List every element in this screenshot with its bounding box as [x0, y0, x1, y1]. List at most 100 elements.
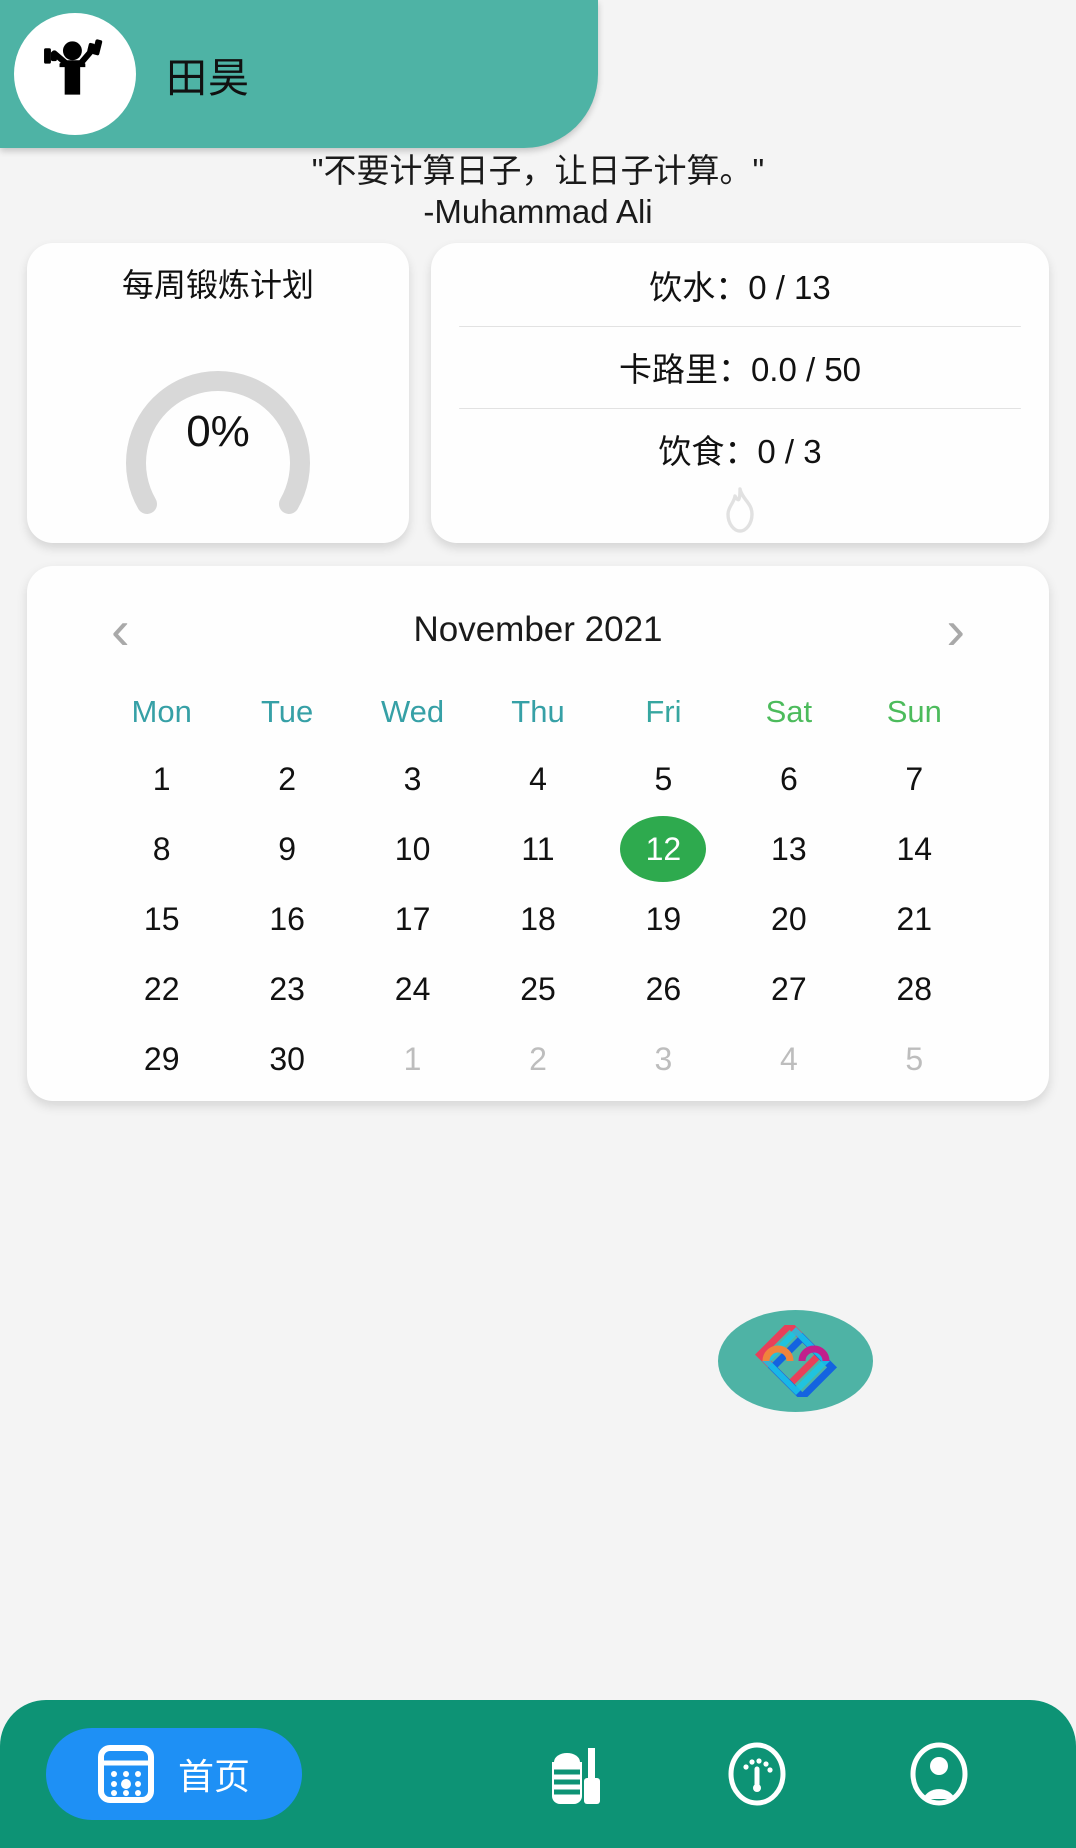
calendar-day[interactable]: 3 [350, 744, 475, 814]
calendar-card: ‹ November 2021 › Mon Tue Wed Thu Fri Sat Sun … [27, 566, 1049, 1101]
calendar-day-grid: 1 2 3 4 5 6 7 8 9 10 11 12 13 14 15 16 17 18 19 20 21 22 23 24 2… [99, 744, 977, 1094]
calendar-weekday-wed: Wed [380, 694, 445, 729]
calendar-day-label: 1 [152, 760, 171, 797]
water-stat-label: 饮水：0 / 13 [649, 269, 831, 306]
app-header: 田昊 [0, 0, 598, 148]
calendar-day[interactable]: 19 [601, 884, 726, 954]
calendar-day[interactable]: 7 [852, 744, 977, 814]
calendar-day-label: 17 [394, 900, 431, 937]
calendar-day[interactable]: 23 [224, 954, 349, 1024]
calendar-day[interactable]: 22 [99, 954, 224, 1024]
calendar-day[interactable]: 5 [852, 1024, 977, 1094]
calendar-day[interactable]: 14 [852, 814, 977, 884]
weekly-plan-title: 每周锻炼计划 [121, 267, 314, 303]
nav-item-stats[interactable] [666, 1741, 848, 1807]
calendar-day[interactable]: 6 [726, 744, 851, 814]
calendar-day-label: 24 [394, 970, 431, 1007]
calendar-day[interactable]: 8 [99, 814, 224, 884]
profile-icon [908, 1741, 970, 1807]
food-drink-icon [542, 1740, 608, 1808]
calendar-day[interactable]: 5 [601, 744, 726, 814]
calendar-day-label: 2 [529, 1040, 547, 1077]
calories-progress-bar [459, 408, 1021, 409]
calendar-day[interactable]: 25 [475, 954, 600, 1024]
calendar-day[interactable]: 21 [852, 884, 977, 954]
calendar-weekday-mon: Mon [131, 694, 192, 729]
weightlifter-icon [44, 39, 103, 95]
calendar-header: ‹ November 2021 › [99, 602, 977, 658]
daily-stats-card[interactable]: 饮水：0 / 13 卡路里：0.0 / 50 饮食：0 / 3 [431, 243, 1049, 543]
calendar-day-label: 10 [394, 830, 431, 867]
calendar-day[interactable]: 15 [99, 884, 224, 954]
quote-author: -Muhammad Ali [423, 193, 653, 231]
calendar-day-label: 22 [143, 970, 180, 1007]
avatar[interactable] [14, 13, 136, 135]
calendar-day[interactable]: 2 [475, 1024, 600, 1094]
weekly-plan-percent: 0% [186, 407, 250, 456]
calendar-day-label: 11 [521, 830, 555, 867]
calendar-day[interactable]: 24 [350, 954, 475, 1024]
calendar-day-label: 28 [896, 970, 933, 1007]
calendar-day-label: 29 [143, 1040, 180, 1077]
summary-cards-row: 每周锻炼计划 0% 饮水：0 / 13 卡路里：0.0 / 50 饮食：0 / … [27, 243, 1049, 543]
calendar-day-label: 25 [520, 970, 556, 1007]
calendar-day[interactable]: 3 [601, 1024, 726, 1094]
calendar-day[interactable]: 10 [350, 814, 475, 884]
gauge-icon [726, 1741, 788, 1807]
calendar-day[interactable]: 9 [224, 814, 349, 884]
calendar-weekday-row: Mon Tue Wed Thu Fri Sat Sun [99, 680, 977, 744]
calendar-day[interactable]: 26 [601, 954, 726, 1024]
calendar-day[interactable]: 30 [224, 1024, 349, 1094]
calendar-day[interactable]: 29 [99, 1024, 224, 1094]
calendar-weekday-fri: Fri [645, 694, 682, 729]
weekly-plan-gauge: 0% [103, 316, 333, 536]
calendar-day-label: 14 [896, 830, 933, 867]
assistant-fab-button[interactable] [718, 1310, 873, 1412]
calendar-day[interactable]: 17 [350, 884, 475, 954]
calendar-day-label: 21 [896, 900, 933, 937]
calendar-day[interactable]: 18 [475, 884, 600, 954]
calendar-day-label: 6 [779, 760, 798, 797]
calendar-day-label: 15 [143, 900, 180, 937]
calendar-day[interactable]: 1 [99, 744, 224, 814]
calendar-day-label: 19 [645, 900, 682, 937]
diet-stat-label: 饮食：0 / 3 [658, 433, 822, 470]
calendar-day-label: 2 [278, 760, 297, 797]
calendar-day[interactable]: 20 [726, 884, 851, 954]
nav-item-home[interactable]: 首页 [46, 1728, 303, 1820]
user-name: 田昊 [166, 55, 250, 101]
daily-quote: "不要计算日子，让日子计算。" -Muhammad Ali [0, 150, 1076, 233]
calendar-day[interactable]: 13 [726, 814, 851, 884]
calendar-day[interactable]: 1 [350, 1024, 475, 1094]
calendar-day[interactable]: 4 [726, 1024, 851, 1094]
calendar-day-label: 16 [269, 900, 305, 937]
calendar-prev-month-button[interactable]: ‹ [111, 602, 130, 658]
calendar-day-label: 9 [278, 830, 297, 867]
quote-text: "不要计算日子，让日子计算。" [311, 152, 765, 189]
weekly-plan-card[interactable]: 每周锻炼计划 0% [27, 243, 409, 543]
calendar-day-label: 26 [645, 970, 682, 1007]
nav-label-home: 首页 [178, 1756, 251, 1797]
water-progress-bar [459, 326, 1021, 327]
calendar-day-label: 1 [403, 1040, 422, 1077]
calendar-day[interactable]: 4 [475, 744, 600, 814]
calendar-day-label: 13 [771, 830, 807, 867]
flame-icon [720, 487, 760, 533]
calendar-day-label: 4 [779, 1040, 798, 1077]
nav-item-profile[interactable] [848, 1741, 1030, 1807]
calendar-day[interactable]: 16 [224, 884, 349, 954]
calendar-day-label: 4 [529, 760, 547, 797]
calendar-day[interactable]: 27 [726, 954, 851, 1024]
calendar-day-label: 30 [269, 1040, 305, 1077]
calendar-day-label: 18 [520, 900, 556, 937]
calendar-day[interactable]: 11 [475, 814, 600, 884]
calendar-day-label: 20 [771, 900, 807, 937]
calendar-next-month-button[interactable]: › [946, 602, 965, 658]
calendar-day-label: 3 [403, 760, 422, 797]
calendar-day-selected[interactable]: 12 [601, 814, 726, 884]
calendar-day-label: 3 [654, 1040, 673, 1077]
calendar-day[interactable]: 28 [852, 954, 977, 1024]
calendar-weekday-thu: Thu [511, 694, 565, 729]
calendar-day[interactable]: 2 [224, 744, 349, 814]
nav-item-food[interactable] [484, 1740, 666, 1808]
